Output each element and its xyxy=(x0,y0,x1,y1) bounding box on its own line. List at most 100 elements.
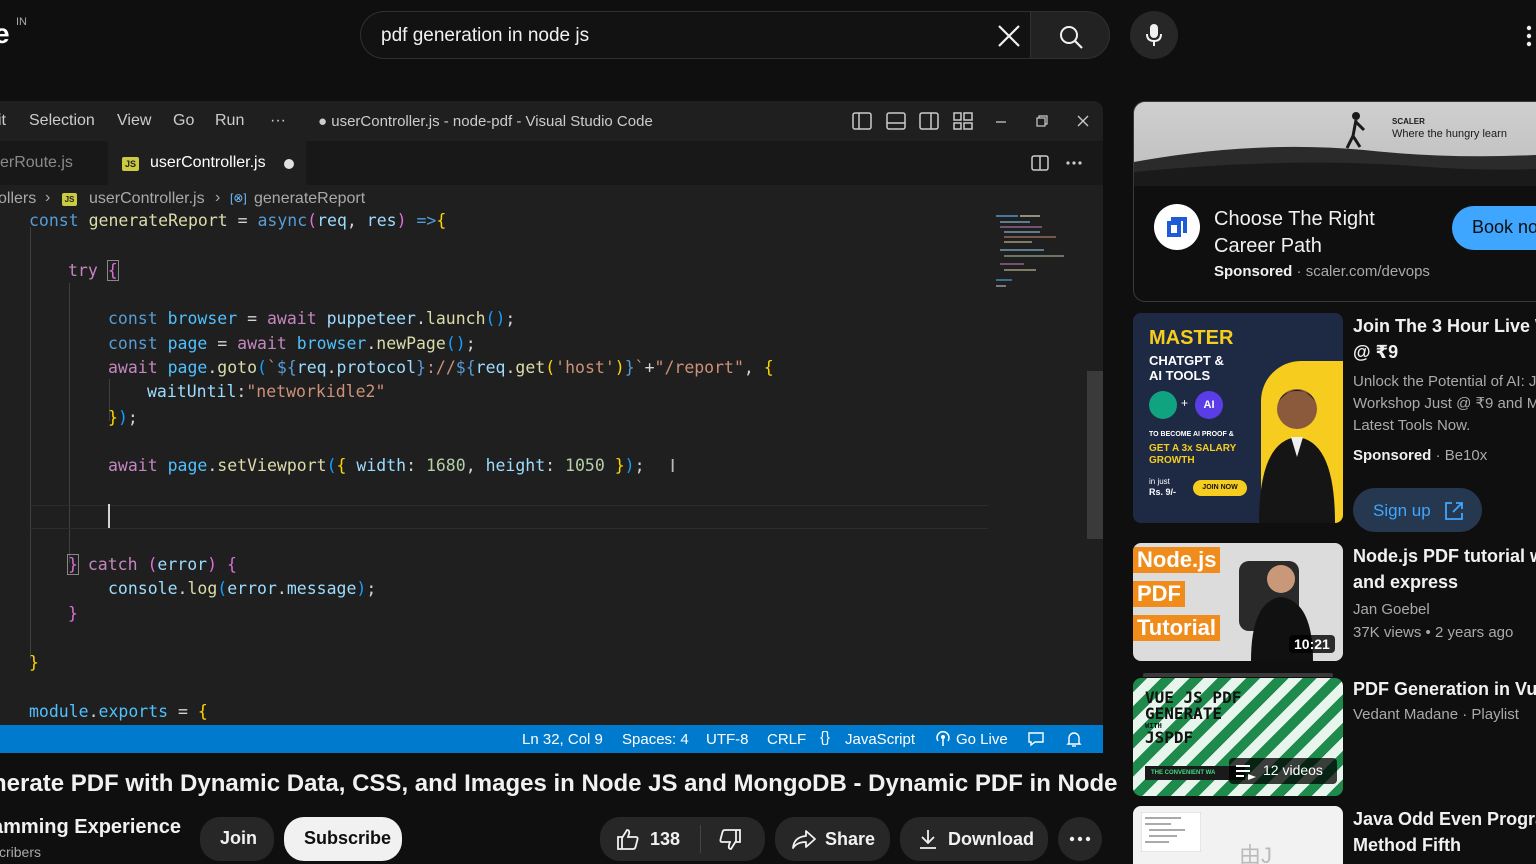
book-now-button[interactable]: Book no xyxy=(1452,206,1536,250)
voice-search-button[interactable] xyxy=(1130,11,1178,59)
code-line: try { xyxy=(68,260,119,281)
playlist-info[interactable]: PDF Generation in Vue.j Vedant Madane · … xyxy=(1353,676,1536,723)
vscode-titlebar: it Selection View Go Run ··· ● userContr… xyxy=(0,101,1103,141)
rec-channel: Jan Goebel xyxy=(1353,601,1430,618)
restore-icon[interactable] xyxy=(1031,111,1053,131)
code-editor[interactable]: const generateReport = async(req, res) =… xyxy=(0,211,1103,725)
menu-view[interactable]: View xyxy=(117,112,151,130)
ad-title-line: Choose The Right xyxy=(1214,208,1375,230)
encoding[interactable]: UTF-8 xyxy=(706,731,749,748)
breadcrumb-file[interactable]: userController.js xyxy=(89,190,205,208)
toggle-sidebar-icon[interactable] xyxy=(851,111,873,131)
window-title: ● userController.js - node-pdf - Visual … xyxy=(318,113,653,130)
feedback-icon[interactable] xyxy=(1027,731,1045,747)
code-line: } xyxy=(29,653,39,672)
more-options-icon[interactable] xyxy=(1520,22,1536,50)
menu-run[interactable]: Run xyxy=(215,112,244,130)
rec-title: @ ₹9 xyxy=(1353,342,1399,362)
code-line: const browser = await puppeteer.launch()… xyxy=(108,309,516,328)
customize-layout-icon[interactable] xyxy=(952,111,974,131)
share-icon xyxy=(792,830,816,849)
thumb-text: JSPDF xyxy=(1145,728,1194,747)
youtube-logo[interactable]: e xyxy=(0,18,10,50)
thumb-join-now: JOIN NOW xyxy=(1193,480,1247,496)
video-thumbnail[interactable]: Node.js PDF Tutorial 10:21 xyxy=(1133,543,1343,661)
video-thumbnail[interactable]: 由J xyxy=(1133,806,1343,864)
close-window-icon[interactable] xyxy=(1072,111,1094,131)
tab-usercontroller[interactable]: JS userController.js xyxy=(108,141,306,185)
sponsored-thumbnail[interactable]: MASTER CHATGPT & AI TOOLS + AI TO BECOME… xyxy=(1133,313,1343,523)
code-line: } xyxy=(68,604,78,623)
editor-more-icon[interactable] xyxy=(1064,153,1084,173)
rec-info[interactable]: Java Odd Even Program Method Fifth xyxy=(1353,806,1536,858)
advertiser-name: Be10x xyxy=(1444,447,1488,464)
tab-label: erRoute.js xyxy=(0,154,73,171)
channel-name[interactable]: amming Experience xyxy=(0,816,181,839)
menu-go[interactable]: Go xyxy=(173,112,194,130)
dislike-button[interactable] xyxy=(701,817,765,861)
join-button[interactable]: Join xyxy=(200,817,274,861)
code-line: const generateReport = async(req, res) =… xyxy=(29,211,447,230)
javascript-file-icon: JS xyxy=(122,157,139,171)
like-count: 138 xyxy=(650,829,681,849)
presenter-image xyxy=(1259,389,1335,523)
more-actions-button[interactable] xyxy=(1058,817,1102,861)
breadcrumb-folder[interactable]: ollers xyxy=(0,190,36,208)
playlist-count-badge: 12 videos xyxy=(1229,758,1337,784)
split-editor-icon[interactable] xyxy=(1030,153,1050,173)
country-code: IN xyxy=(16,16,27,28)
thumb-heading: MASTER xyxy=(1149,327,1234,349)
vertical-scrollbar-thumb[interactable] xyxy=(1087,371,1103,539)
javascript-file-icon: JS xyxy=(62,193,77,206)
rec-info[interactable]: Node.js PDF tutorial wit and express Jan… xyxy=(1353,543,1536,641)
share-button[interactable]: Share xyxy=(775,817,890,861)
ad-banner-illustration xyxy=(1134,112,1536,186)
line-ending[interactable]: CRLF xyxy=(767,731,806,748)
sign-up-button[interactable]: Sign up xyxy=(1353,488,1482,532)
breadcrumb-symbol[interactable]: generateReport xyxy=(254,190,365,208)
indentation[interactable]: Spaces: 4 xyxy=(622,731,689,748)
rec-title: Node.js PDF tutorial wit xyxy=(1353,546,1536,566)
search-input[interactable]: pdf generation in node js xyxy=(360,11,1030,59)
thumb-text: CHATGPT & xyxy=(1149,353,1224,368)
cursor-position[interactable]: Ln 32, Col 9 xyxy=(522,731,603,748)
menu-more[interactable]: ··· xyxy=(270,112,286,130)
code-line: module.exports = { xyxy=(29,702,208,721)
tab-label: userController.js xyxy=(150,154,266,171)
subscribe-button[interactable]: Subscribe xyxy=(284,817,402,861)
code-line: await page.setViewport({ width: 1680, he… xyxy=(108,456,645,475)
broadcast-icon xyxy=(936,731,950,746)
code-line: }); xyxy=(108,408,138,427)
search-button[interactable] xyxy=(1030,11,1110,59)
ad-title[interactable]: Choose The Right Career Path xyxy=(1214,206,1375,260)
video-player[interactable]: it Selection View Go Run ··· ● userContr… xyxy=(0,101,1103,753)
rec-title: PDF Generation in Vue.j xyxy=(1353,679,1536,699)
download-button[interactable]: Download xyxy=(900,817,1048,861)
text-cursor xyxy=(108,504,110,528)
thumb-text: Rs. 9/- xyxy=(1149,487,1177,497)
thumb-subheading: CHATGPT & AI TOOLS xyxy=(1149,353,1224,383)
ad-banner-brand: SCALER xyxy=(1392,117,1425,126)
ad-banner-image[interactable]: SCALER Where the hungry learn xyxy=(1134,102,1536,186)
minimize-icon[interactable] xyxy=(990,111,1012,131)
sponsored-rec-info[interactable]: Join The 3 Hour Live W @ ₹9 Unlock the P… xyxy=(1353,313,1536,464)
rec-title: Method Fifth xyxy=(1353,835,1461,855)
like-button[interactable]: 138 xyxy=(600,817,700,861)
ad-card[interactable]: SCALER Where the hungry learn Choose The… xyxy=(1133,101,1536,302)
menu-selection[interactable]: Selection xyxy=(29,112,95,130)
braces-icon: {} xyxy=(820,729,831,746)
minimap[interactable] xyxy=(994,213,1070,293)
unsaved-dot-icon[interactable] xyxy=(284,159,294,169)
rec-meta: Vedant Madane · Playlist xyxy=(1353,706,1519,723)
go-live-button[interactable]: Go Live xyxy=(956,731,1008,748)
playlist-thumbnail[interactable]: VUE JS PDF GENERATE WITH JSPDF THE CONVE… xyxy=(1133,678,1343,796)
toggle-secondary-sidebar-icon[interactable] xyxy=(918,111,940,131)
tab-userroute[interactable]: erRoute.js xyxy=(0,141,108,185)
toggle-panel-icon[interactable] xyxy=(885,111,907,131)
notification-bell-icon[interactable] xyxy=(1066,731,1082,748)
ad-title-line: Career Path xyxy=(1214,235,1322,257)
thumb-plus: + xyxy=(1181,396,1189,410)
menu-edit[interactable]: it xyxy=(0,112,6,130)
clear-search-icon[interactable] xyxy=(997,24,1021,48)
language-mode[interactable]: JavaScript xyxy=(845,731,915,748)
